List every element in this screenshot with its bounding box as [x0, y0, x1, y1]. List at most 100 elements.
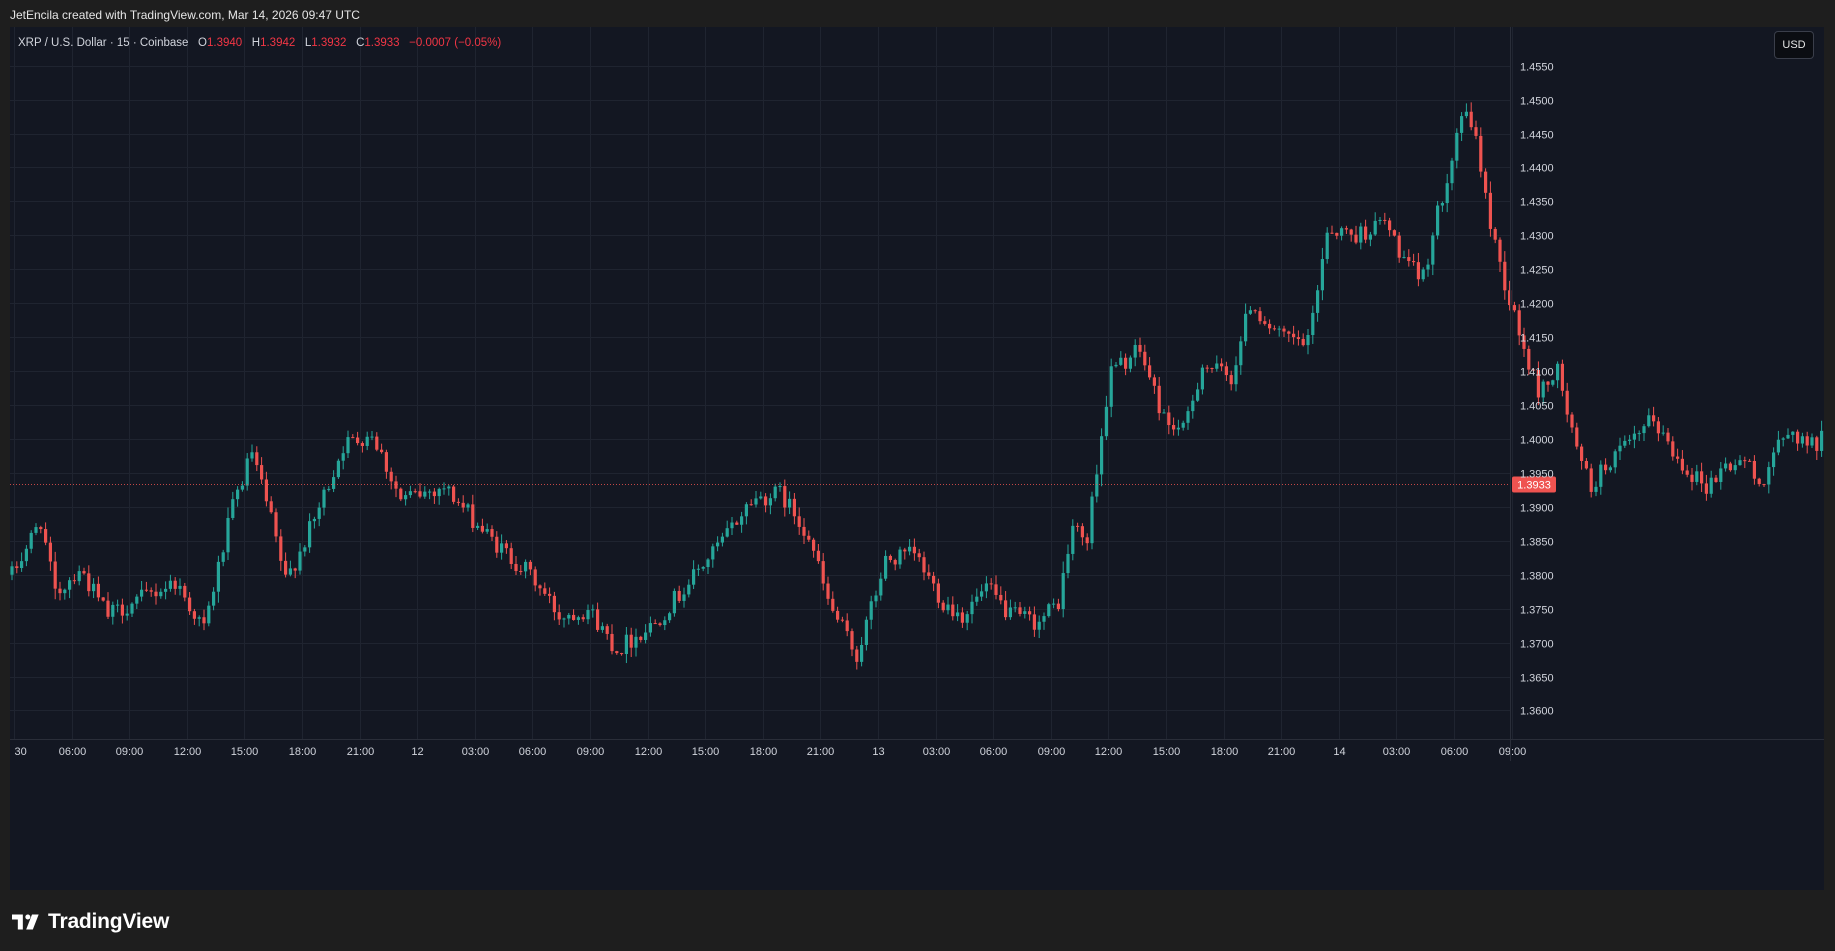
candle-body	[1056, 603, 1060, 610]
candle-body	[404, 495, 408, 500]
candle-body	[480, 525, 484, 532]
candle-body	[135, 596, 139, 604]
candle-body	[764, 496, 768, 506]
candle-body	[1724, 463, 1728, 469]
symbol-legend[interactable]: XRP / U.S. Dollar · 15 · Coinbase O1.394…	[18, 35, 501, 51]
candle-body	[826, 583, 830, 599]
candle-body	[1268, 323, 1272, 329]
candle-body	[1104, 406, 1108, 437]
candle-body	[936, 583, 940, 603]
candle-body	[1580, 446, 1584, 461]
candle-body	[548, 593, 552, 596]
candle-body	[1474, 127, 1478, 136]
candle-body	[802, 526, 806, 536]
symbol-title[interactable]: XRP / U.S. Dollar · 15 · Coinbase	[18, 37, 188, 49]
candle-body	[1584, 460, 1588, 469]
candle-body	[159, 591, 163, 597]
candle-body	[504, 543, 508, 549]
candle-body	[1426, 264, 1430, 270]
candle-body	[389, 471, 393, 482]
candle-body	[879, 578, 883, 596]
candle-body	[1791, 431, 1795, 435]
brand-logo[interactable]: TradingView	[12, 909, 169, 935]
candle-body	[428, 491, 432, 493]
candle-body	[543, 588, 547, 594]
candle-body	[1162, 412, 1166, 414]
candle-body	[1776, 439, 1780, 453]
candle-body	[408, 491, 412, 496]
candle-body	[1815, 437, 1819, 451]
time-tick-label: 09:00	[577, 746, 605, 758]
candle-body	[557, 612, 561, 620]
candle-body	[1810, 437, 1814, 446]
candle-body	[466, 504, 470, 508]
price-tick-label: 1.4400	[1520, 163, 1554, 175]
candle-body	[111, 604, 115, 617]
close-value: 1.3933	[364, 37, 400, 49]
candle-body	[303, 547, 307, 552]
candle-body	[735, 522, 739, 525]
price-tick-label: 1.3950	[1520, 469, 1554, 481]
candlestick-chart[interactable]: 1.3933 1.3600 1.3650 1.3700 1.3750 1.3800 1.3…	[10, 27, 1824, 890]
candle-body	[1642, 426, 1646, 434]
candle-body	[356, 437, 360, 444]
candle-body	[380, 449, 384, 453]
candle-body	[1700, 471, 1704, 484]
candle-body	[125, 613, 129, 616]
price-tick-label: 1.3900	[1520, 503, 1554, 515]
candle-body	[845, 620, 849, 632]
candle-body	[58, 588, 62, 594]
candle-body	[572, 614, 576, 620]
candle-body	[1076, 525, 1080, 527]
candle-body	[562, 618, 566, 620]
chart-panel[interactable]: 1.3933 1.3600 1.3650 1.3700 1.3750 1.3800 1.3…	[10, 27, 1824, 890]
candle-body	[106, 600, 110, 617]
candle-body	[1680, 458, 1684, 471]
candle-body	[658, 623, 662, 626]
chart-credit: JetEncila created with TradingView.com, …	[10, 8, 360, 22]
candle-body	[1786, 434, 1790, 439]
candle-body	[298, 551, 302, 571]
candle-body	[639, 636, 643, 640]
candle-body	[192, 611, 196, 619]
candle-body	[188, 597, 192, 612]
candle-body	[87, 573, 91, 592]
candle-body	[1378, 219, 1382, 221]
candle-body	[792, 498, 796, 517]
candle-body	[1647, 415, 1651, 427]
candle-body	[821, 561, 825, 584]
candle-body	[960, 612, 964, 623]
time-tick-label: 18:00	[1211, 746, 1239, 758]
time-tick-label: 18:00	[750, 746, 778, 758]
candle-body	[495, 536, 499, 553]
time-tick-label: 09:00	[1038, 746, 1066, 758]
candle-body	[807, 535, 811, 540]
candle-body	[600, 626, 604, 630]
candle-body	[1383, 219, 1387, 221]
candle-body	[231, 499, 235, 518]
candle-body	[1258, 311, 1262, 322]
candle-body	[1416, 262, 1420, 280]
time-tick-label: 15:00	[231, 746, 259, 758]
candle-body	[524, 561, 528, 572]
candle-body	[912, 546, 916, 554]
candle-body	[538, 585, 542, 589]
candle-body	[1148, 365, 1152, 378]
candle-body	[1800, 436, 1804, 444]
candle-body	[1354, 234, 1358, 243]
candle-body	[701, 567, 705, 569]
candle-body	[1618, 445, 1622, 452]
grid-lines	[10, 27, 1513, 739]
candle-body	[1373, 220, 1377, 235]
candle-body	[1493, 228, 1497, 240]
candle-body	[1364, 226, 1368, 240]
candle-body	[1181, 422, 1185, 428]
candle-body	[1042, 616, 1046, 622]
time-tick-label: 21:00	[807, 746, 835, 758]
candle-body	[34, 527, 38, 533]
candle-body	[1436, 205, 1440, 236]
candle-body	[576, 617, 580, 620]
currency-button[interactable]: USD	[1774, 31, 1814, 59]
candle-body	[1191, 400, 1195, 412]
candle-body	[322, 489, 326, 508]
